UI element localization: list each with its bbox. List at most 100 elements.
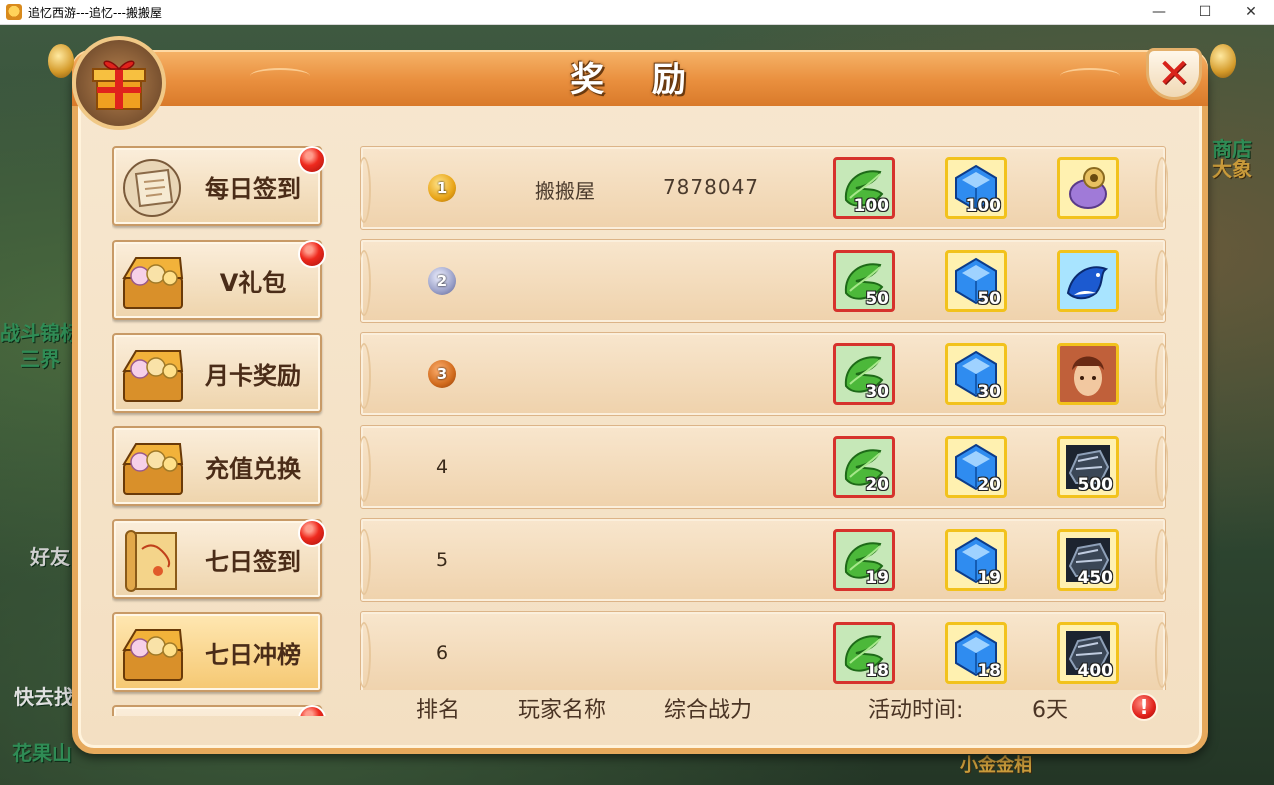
reward-item-gem[interactable]: 50 xyxy=(945,250,1007,312)
row-ornament xyxy=(360,622,371,688)
row-ornament xyxy=(1155,622,1168,688)
sidebar-item-label: 充值兑换 xyxy=(205,454,301,483)
close-icon: ✕ xyxy=(1157,51,1191,97)
sidebar-item-seven-day-signin[interactable]: 七日签到 xyxy=(112,519,322,599)
sidebar-item-more[interactable] xyxy=(112,705,322,716)
reward-count: 19 xyxy=(977,568,1001,588)
rank-cell: 4 xyxy=(423,448,461,486)
gift-box-icon xyxy=(92,60,146,110)
reward-item-iron-ore[interactable]: 500 xyxy=(1057,436,1119,498)
reward-item-gem[interactable]: 19 xyxy=(945,529,1007,591)
reward-item-pet-purple[interactable] xyxy=(1057,157,1119,219)
row-ornament xyxy=(360,436,371,502)
bg-text[interactable]: 商店 xyxy=(1212,133,1252,162)
activity-time-value: 6天 xyxy=(1032,698,1068,723)
dialog-title: 奖 励 xyxy=(570,60,704,100)
reward-item-gem[interactable]: 20 xyxy=(945,436,1007,498)
row-ornament xyxy=(1155,343,1168,409)
ranking-footer: 排名 玩家名称 综合战力 活动时间: 6天 ! xyxy=(360,690,1168,724)
reward-count: 400 xyxy=(1077,661,1114,681)
notification-badge xyxy=(298,146,326,174)
treasure-chest-icon xyxy=(122,257,184,309)
row-ornament xyxy=(360,250,371,316)
reward-count: 50 xyxy=(865,289,889,309)
reward-item-pet-dolphin[interactable] xyxy=(1057,250,1119,312)
ornament-knob xyxy=(48,44,74,78)
reward-item-leaf[interactable]: 100 xyxy=(833,157,895,219)
app-icon xyxy=(6,4,22,20)
sidebar-item-label: 七日冲榜 xyxy=(205,640,301,669)
reward-count: 500 xyxy=(1077,475,1114,495)
ranking-row: 4 20 20 500 xyxy=(360,425,1168,509)
bg-text: 三界 xyxy=(20,347,60,371)
ranking-row: 5 19 19 450 xyxy=(360,518,1168,602)
reward-count: 100 xyxy=(965,196,1002,216)
minimize-button[interactable]: — xyxy=(1136,0,1182,24)
power-column-header: 综合战力 xyxy=(664,698,753,723)
reward-item-gem[interactable]: 100 xyxy=(945,157,1007,219)
reward-count: 100 xyxy=(853,196,890,216)
scroll-icon xyxy=(123,159,181,217)
name-column-header: 玩家名称 xyxy=(518,698,607,723)
ranking-row: 6 18 18 400 xyxy=(360,611,1168,690)
rank-cell: 1 xyxy=(423,169,461,207)
reward-item-leaf[interactable]: 18 xyxy=(833,622,895,684)
window-title: 追忆西游---追忆---搬搬屋 xyxy=(28,5,162,20)
ranking-row: 2 50 50 xyxy=(360,239,1168,323)
sidebar-item-seven-day-ranking[interactable]: 七日冲榜 xyxy=(112,612,322,692)
bg-text: 小金金相 xyxy=(960,755,1032,776)
bg-text: 战斗锦标 xyxy=(0,321,80,345)
gift-badge xyxy=(72,36,166,130)
row-ornament xyxy=(360,529,371,595)
reward-count: 30 xyxy=(865,382,889,402)
rank-number: 5 xyxy=(435,549,449,571)
reward-item-leaf[interactable]: 20 xyxy=(833,436,895,498)
rank-number: 6 xyxy=(435,642,449,664)
reward-item-gem[interactable]: 30 xyxy=(945,343,1007,405)
reward-item-leaf[interactable]: 50 xyxy=(833,250,895,312)
info-icon[interactable]: ! xyxy=(1130,693,1158,721)
reward-count: 20 xyxy=(865,475,889,495)
reward-sidebar: 每日签到 V礼包 月卡奖励 充值兑换 七日签到 七日冲榜 xyxy=(112,146,326,716)
row-ornament xyxy=(360,157,371,223)
sidebar-item-monthly-card[interactable]: 月卡奖励 xyxy=(112,333,322,413)
rank-column-header: 排名 xyxy=(416,698,461,723)
silver-medal-icon: 2 xyxy=(428,267,456,295)
bg-text[interactable]: 好友 xyxy=(30,541,70,570)
bronze-medal-icon: 3 xyxy=(428,360,456,388)
maximize-button[interactable]: ☐ xyxy=(1182,0,1228,24)
reward-item-hero-portrait[interactable] xyxy=(1057,343,1119,405)
reward-item-leaf[interactable]: 19 xyxy=(833,529,895,591)
window-titlebar: 追忆西游---追忆---搬搬屋 — ☐ ✕ xyxy=(0,0,1274,25)
sidebar-item-daily-signin[interactable]: 每日签到 xyxy=(112,146,322,226)
ranking-list: 1 搬搬屋 7878047 100 100 2 50 50 3 30 30 4 20 20 500 5 19 19… xyxy=(360,146,1168,690)
reward-item-iron-ore[interactable]: 400 xyxy=(1057,622,1119,684)
reward-count: 18 xyxy=(865,661,889,681)
bg-text[interactable]: 快去找 xyxy=(14,681,74,710)
notification-badge xyxy=(298,240,326,268)
map-scroll-icon xyxy=(125,530,177,592)
reward-count: 20 xyxy=(977,475,1001,495)
rank-cell: 3 xyxy=(423,355,461,393)
hero-portrait-icon xyxy=(1060,346,1116,402)
reward-count: 19 xyxy=(865,568,889,588)
reward-item-leaf[interactable]: 30 xyxy=(833,343,895,405)
row-ornament xyxy=(1155,529,1168,595)
reward-count: 50 xyxy=(977,289,1001,309)
gold-medal-icon: 1 xyxy=(428,174,456,202)
sidebar-item-recharge-exchange[interactable]: 充值兑换 xyxy=(112,426,322,506)
rank-cell: 2 xyxy=(423,262,461,300)
pet-purple-icon xyxy=(1060,160,1116,216)
treasure-chest-icon xyxy=(122,629,184,681)
window-controls: — ☐ ✕ xyxy=(1136,0,1274,24)
row-ornament xyxy=(1155,436,1168,502)
player-name: 搬搬屋 xyxy=(535,179,595,203)
sidebar-item-vip-pack[interactable]: V礼包 xyxy=(112,240,322,320)
bg-text: 花果山 xyxy=(12,741,72,765)
reward-count: 30 xyxy=(977,382,1001,402)
reward-item-iron-ore[interactable]: 450 xyxy=(1057,529,1119,591)
reward-item-gem[interactable]: 18 xyxy=(945,622,1007,684)
close-window-button[interactable]: ✕ xyxy=(1228,0,1274,24)
sidebar-item-label: 月卡奖励 xyxy=(205,361,301,390)
reward-count: 18 xyxy=(977,661,1001,681)
